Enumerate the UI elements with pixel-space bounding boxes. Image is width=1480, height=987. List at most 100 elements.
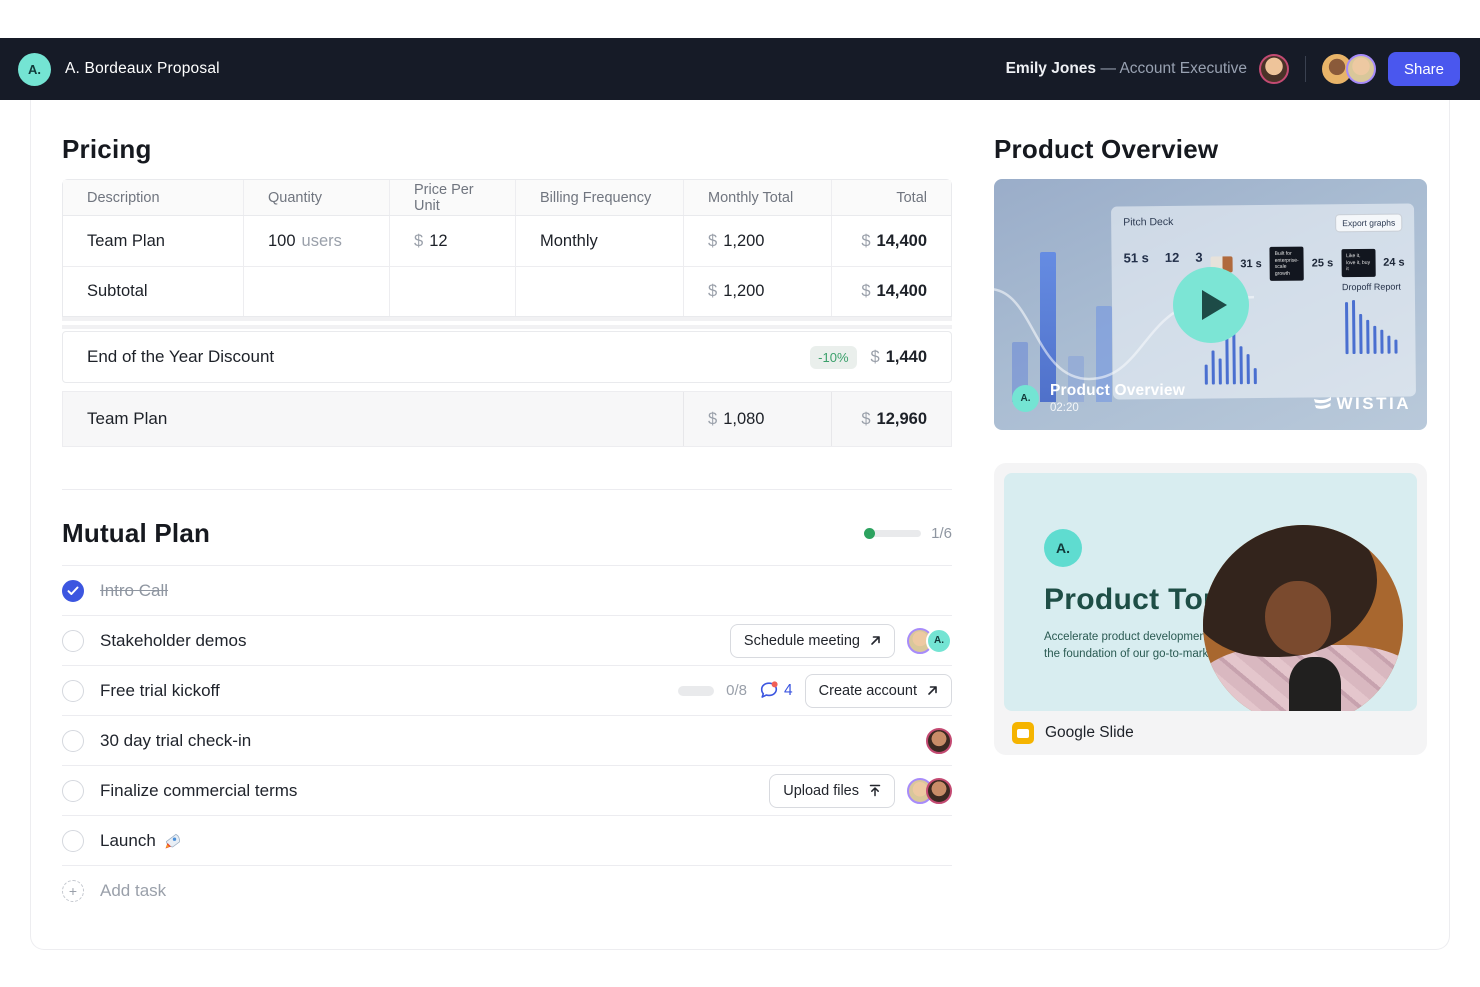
cell-billing	[515, 267, 683, 316]
google-slide-row[interactable]: Google Slide	[1004, 711, 1417, 746]
thumbnail-screen-title: Pitch Deck	[1123, 216, 1173, 229]
stat-value: 12	[1165, 250, 1180, 265]
section-time: 31 s	[1240, 258, 1262, 270]
table-row: Subtotal $1,200 $14,400	[63, 266, 951, 316]
product-tour-slide[interactable]: A. Product Tour Accelerate product devel…	[1004, 473, 1417, 711]
schedule-meeting-button[interactable]: Schedule meeting	[730, 624, 895, 658]
photo-face	[1265, 581, 1331, 655]
add-task-label: Add task	[100, 881, 166, 901]
avatar-initial: A.	[1021, 393, 1031, 404]
video-title: Product Overview	[1050, 382, 1185, 400]
task-assignees[interactable]	[926, 728, 952, 754]
summary-total: $12,960	[831, 392, 951, 446]
avatar[interactable]	[926, 778, 952, 804]
collaborator-avatar[interactable]	[1346, 54, 1376, 84]
discount-badge: -10%	[810, 346, 856, 369]
attachment-card[interactable]: A. Product Tour Accelerate product devel…	[994, 463, 1427, 755]
task-row-intro-call: Intro Call	[62, 566, 952, 616]
tour-avatar: A.	[1044, 529, 1082, 567]
task-row-trial-checkin: 30 day trial check-in	[62, 716, 952, 766]
cell-monthly-total: $1,200	[683, 216, 831, 266]
mutual-plan-heading: Mutual Plan	[62, 518, 210, 549]
currency-symbol: $	[708, 282, 717, 301]
task-label: Finalize commercial terms	[100, 781, 753, 801]
checkbox-icon[interactable]	[62, 830, 84, 852]
wistia-logo: WISTIA	[1312, 394, 1412, 414]
dropoff-chart	[1345, 300, 1398, 355]
pricing-table: Description Quantity Price Per Unit Bill…	[62, 179, 952, 317]
collaborator-avatars[interactable]	[1322, 54, 1376, 84]
currency-symbol: $	[871, 348, 880, 367]
plus-icon[interactable]: +	[62, 880, 84, 902]
discount-label: End of the Year Discount	[87, 347, 810, 367]
video-player[interactable]: Pitch Deck Export graphs 51 s 12 3 31 s …	[994, 179, 1427, 430]
task-assignees[interactable]: A.	[907, 628, 952, 654]
task-label: Launch	[100, 831, 952, 851]
currency-symbol: $	[861, 410, 870, 429]
dropoff-report-label: Dropoff Report	[1342, 282, 1401, 293]
add-task-row[interactable]: + Add task	[62, 866, 952, 916]
currency-symbol: $	[708, 410, 717, 429]
cell-price	[389, 267, 515, 316]
thumbnail-dashboard: Pitch Deck Export graphs 51 s 12 3 31 s …	[1111, 203, 1416, 399]
checkbox-icon[interactable]	[62, 680, 84, 702]
currency-symbol: $	[861, 232, 870, 251]
product-overview-heading: Product Overview	[994, 134, 1427, 165]
play-button[interactable]	[1173, 267, 1249, 343]
upload-files-button[interactable]: Upload files	[769, 774, 895, 808]
video-avatar: A.	[1012, 385, 1039, 412]
quantity-value: 100	[268, 232, 296, 251]
summary-row: Team Plan $1,080 $12,960	[62, 391, 952, 447]
total-value: 12,960	[877, 410, 927, 429]
total-value: 14,400	[877, 282, 927, 301]
arrow-up-right-icon	[870, 635, 881, 646]
owner-label: Emily Jones — Account Executive	[1006, 60, 1247, 78]
checkbox-icon[interactable]	[62, 630, 84, 652]
monthly-value: 1,200	[723, 232, 764, 251]
comment-bubble-icon	[759, 681, 779, 700]
monthly-value: 1,080	[723, 410, 764, 429]
owner-name: Emily Jones	[1006, 60, 1096, 77]
attachment-label: Google Slide	[1045, 724, 1134, 742]
create-account-button[interactable]: Create account	[805, 674, 952, 708]
section-chip: Built for enterprise-scale growth	[1270, 247, 1304, 281]
right-column: Product Overview Pitch Deck Export graph…	[994, 100, 1427, 949]
checkbox-icon[interactable]	[62, 780, 84, 802]
video-duration: 02:20	[1050, 402, 1185, 414]
column-header: Total	[831, 180, 951, 215]
thumbnail-section-chips: 31 s Built for enterprise-scale growth 2…	[1210, 246, 1405, 282]
pricing-table-header: Description Quantity Price Per Unit Bill…	[63, 180, 951, 216]
subtask-progress-bar	[678, 686, 714, 696]
discount-amount: 1,440	[886, 348, 927, 367]
cell-description: Subtotal	[63, 267, 243, 316]
avatar[interactable]: A.	[926, 628, 952, 654]
share-button[interactable]: Share	[1388, 52, 1460, 86]
column-header: Monthly Total	[683, 180, 831, 215]
task-row-free-trial-kickoff: Free trial kickoff 0/8 4 Create account	[62, 666, 952, 716]
avatar-initial: A.	[1056, 540, 1070, 556]
workspace-avatar-initial: A.	[28, 62, 41, 77]
avatar-initial: A.	[934, 635, 944, 646]
currency-symbol: $	[414, 232, 423, 251]
progress-track	[865, 530, 921, 537]
cell-quantity	[243, 267, 389, 316]
column-header: Billing Frequency	[515, 180, 683, 215]
checkbox-checked-icon[interactable]	[62, 580, 84, 602]
cell-quantity: 100users	[243, 216, 389, 266]
comments-indicator[interactable]: 4	[759, 681, 793, 700]
task-row-stakeholder-demos: Stakeholder demos Schedule meeting A.	[62, 616, 952, 666]
stat-value: 3	[1195, 250, 1202, 265]
proposal-card: Pricing Description Quantity Price Per U…	[30, 100, 1450, 950]
cell-price: $12	[389, 216, 515, 266]
wistia-wordmark: WISTIA	[1337, 394, 1412, 414]
video-meta: A. Product Overview 02:20	[1012, 382, 1185, 414]
cell-total: $14,400	[831, 216, 951, 266]
owner-avatar[interactable]	[1259, 54, 1289, 84]
owner-role: — Account Executive	[1101, 60, 1247, 77]
price-value: 12	[429, 232, 447, 251]
task-assignees[interactable]	[907, 778, 952, 804]
avatar[interactable]	[926, 728, 952, 754]
proposal-title: A. Bordeaux Proposal	[65, 60, 220, 78]
checkbox-icon[interactable]	[62, 730, 84, 752]
column-header: Price Per Unit	[389, 180, 515, 215]
